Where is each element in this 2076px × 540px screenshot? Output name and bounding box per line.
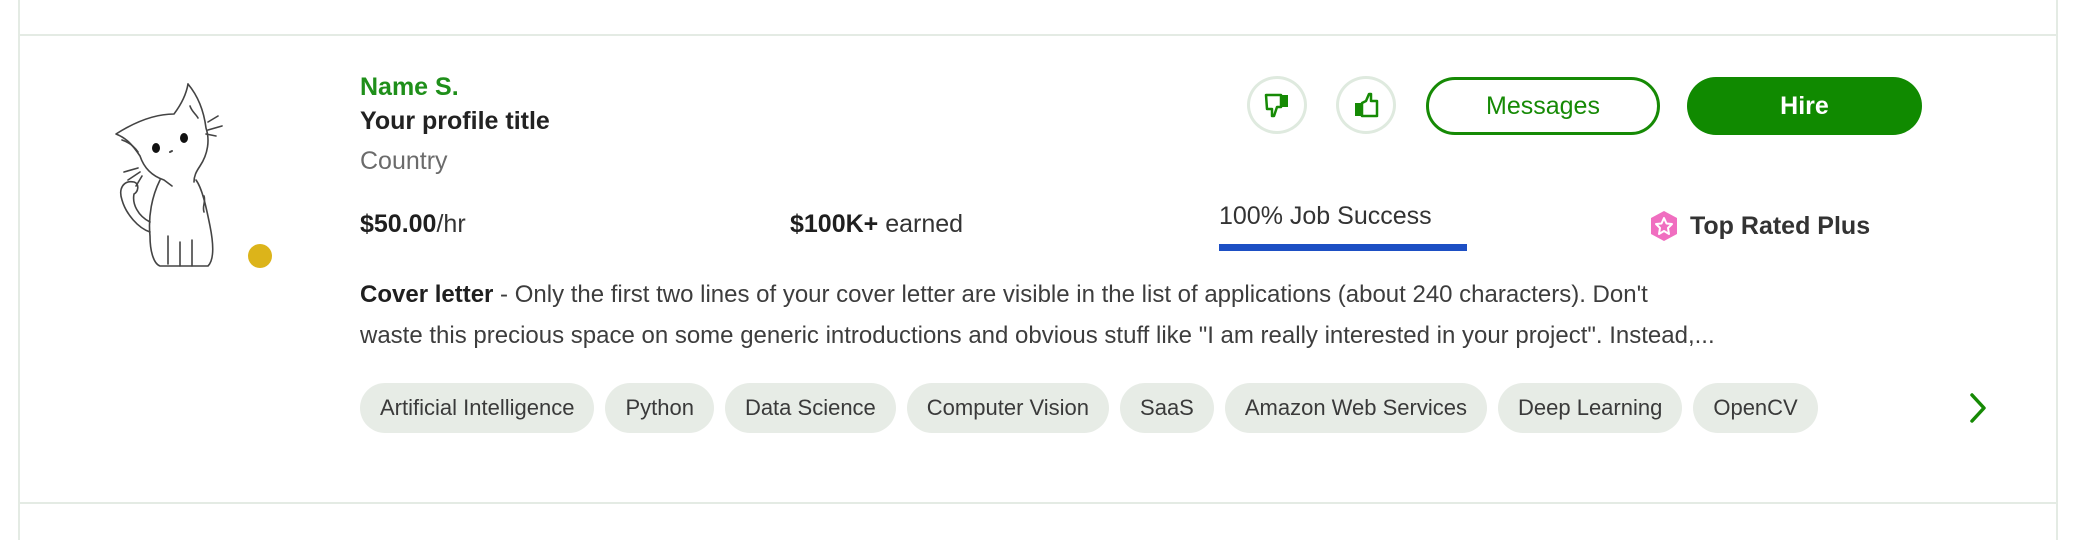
thumbs-down-button[interactable] xyxy=(1247,76,1307,134)
skill-chip[interactable]: OpenCV xyxy=(1693,383,1818,433)
card-border-right xyxy=(2056,0,2058,540)
hire-button[interactable]: Hire xyxy=(1687,77,1922,135)
rate-amount: $50.00 xyxy=(360,210,437,238)
skill-chip[interactable]: Amazon Web Services xyxy=(1224,383,1487,433)
skills-list: Artificial Intelligence Python Data Scie… xyxy=(360,383,1942,433)
skill-chip[interactable]: SaaS xyxy=(1120,383,1214,433)
thumbs-up-icon xyxy=(1355,92,1379,118)
job-success-bar xyxy=(1219,244,1467,251)
chevron-right-icon xyxy=(1970,393,1986,423)
country: Country xyxy=(360,147,448,175)
messages-button[interactable]: Messages xyxy=(1426,77,1660,135)
thumbs-up-button[interactable] xyxy=(1336,76,1396,134)
skill-chip[interactable]: Artificial Intelligence xyxy=(360,383,595,433)
avatar[interactable] xyxy=(108,76,243,276)
cover-letter[interactable]: Cover letter - Only the first two lines … xyxy=(360,274,2000,356)
earned-amount: $100K+ xyxy=(790,210,879,238)
job-success-score: 100% Job Success xyxy=(1219,202,1432,230)
cover-letter-text-1: Only the first two lines of your cover l… xyxy=(514,281,1648,308)
freelancer-name[interactable]: Name S. xyxy=(360,73,459,102)
cover-letter-label: Cover letter xyxy=(360,281,494,308)
thumbs-down-icon xyxy=(1264,93,1288,118)
skills-next-button[interactable] xyxy=(1962,389,1994,427)
profile-title: Your profile title xyxy=(360,107,550,135)
rate-unit: /hr xyxy=(436,210,466,238)
skill-chip[interactable]: Python xyxy=(605,383,714,433)
divider-top xyxy=(20,34,2056,36)
hourly-rate: $50.00/hr xyxy=(360,210,466,239)
earned-label: earned xyxy=(878,210,964,238)
card-border-left xyxy=(18,0,20,540)
divider-bottom xyxy=(20,502,2056,504)
top-rated-plus-badge[interactable]: Top Rated Plus xyxy=(1648,210,1870,242)
top-rated-plus-label: Top Rated Plus xyxy=(1690,211,1871,240)
cover-letter-separator: - xyxy=(493,281,515,308)
skill-chip[interactable]: Data Science xyxy=(724,383,896,433)
total-earned: $100K+ earned xyxy=(790,210,963,239)
cover-letter-line-2: waste this precious space on some generi… xyxy=(360,322,1715,349)
skill-chip[interactable]: Deep Learning xyxy=(1498,383,1683,433)
skill-chip[interactable]: Computer Vision xyxy=(906,383,1110,433)
top-rated-plus-icon xyxy=(1651,211,1677,241)
cover-letter-line-1: Cover letter - Only the first two lines … xyxy=(360,274,2000,315)
online-status-dot xyxy=(248,244,272,268)
